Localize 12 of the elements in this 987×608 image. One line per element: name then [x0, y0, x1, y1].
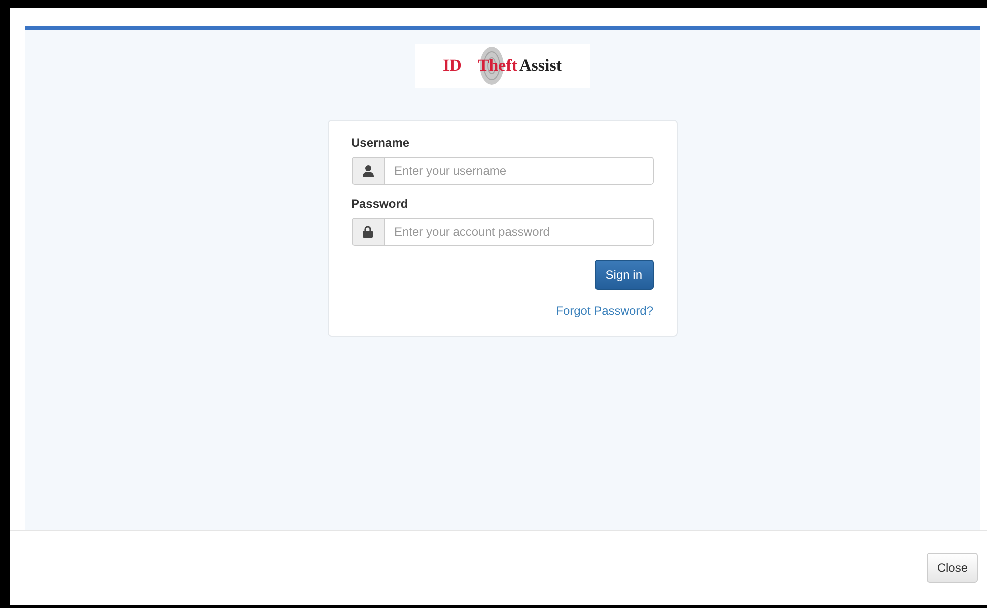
close-button[interactable]: Close [927, 553, 978, 583]
logo-word: Assist [520, 56, 562, 76]
sign-in-button[interactable]: Sign in [594, 260, 654, 290]
forgot-password-link[interactable]: Forgot Password? [556, 304, 654, 318]
input-field[interactable]: Enter your username [352, 157, 654, 185]
logo-word: ID [442, 56, 462, 76]
field-label: Password [352, 197, 410, 211]
logo-word: Theft [478, 56, 518, 76]
lock-icon [363, 226, 373, 238]
field-label: Username [352, 136, 411, 150]
user-icon [362, 165, 374, 177]
input-field[interactable]: Enter your account password [352, 218, 654, 246]
